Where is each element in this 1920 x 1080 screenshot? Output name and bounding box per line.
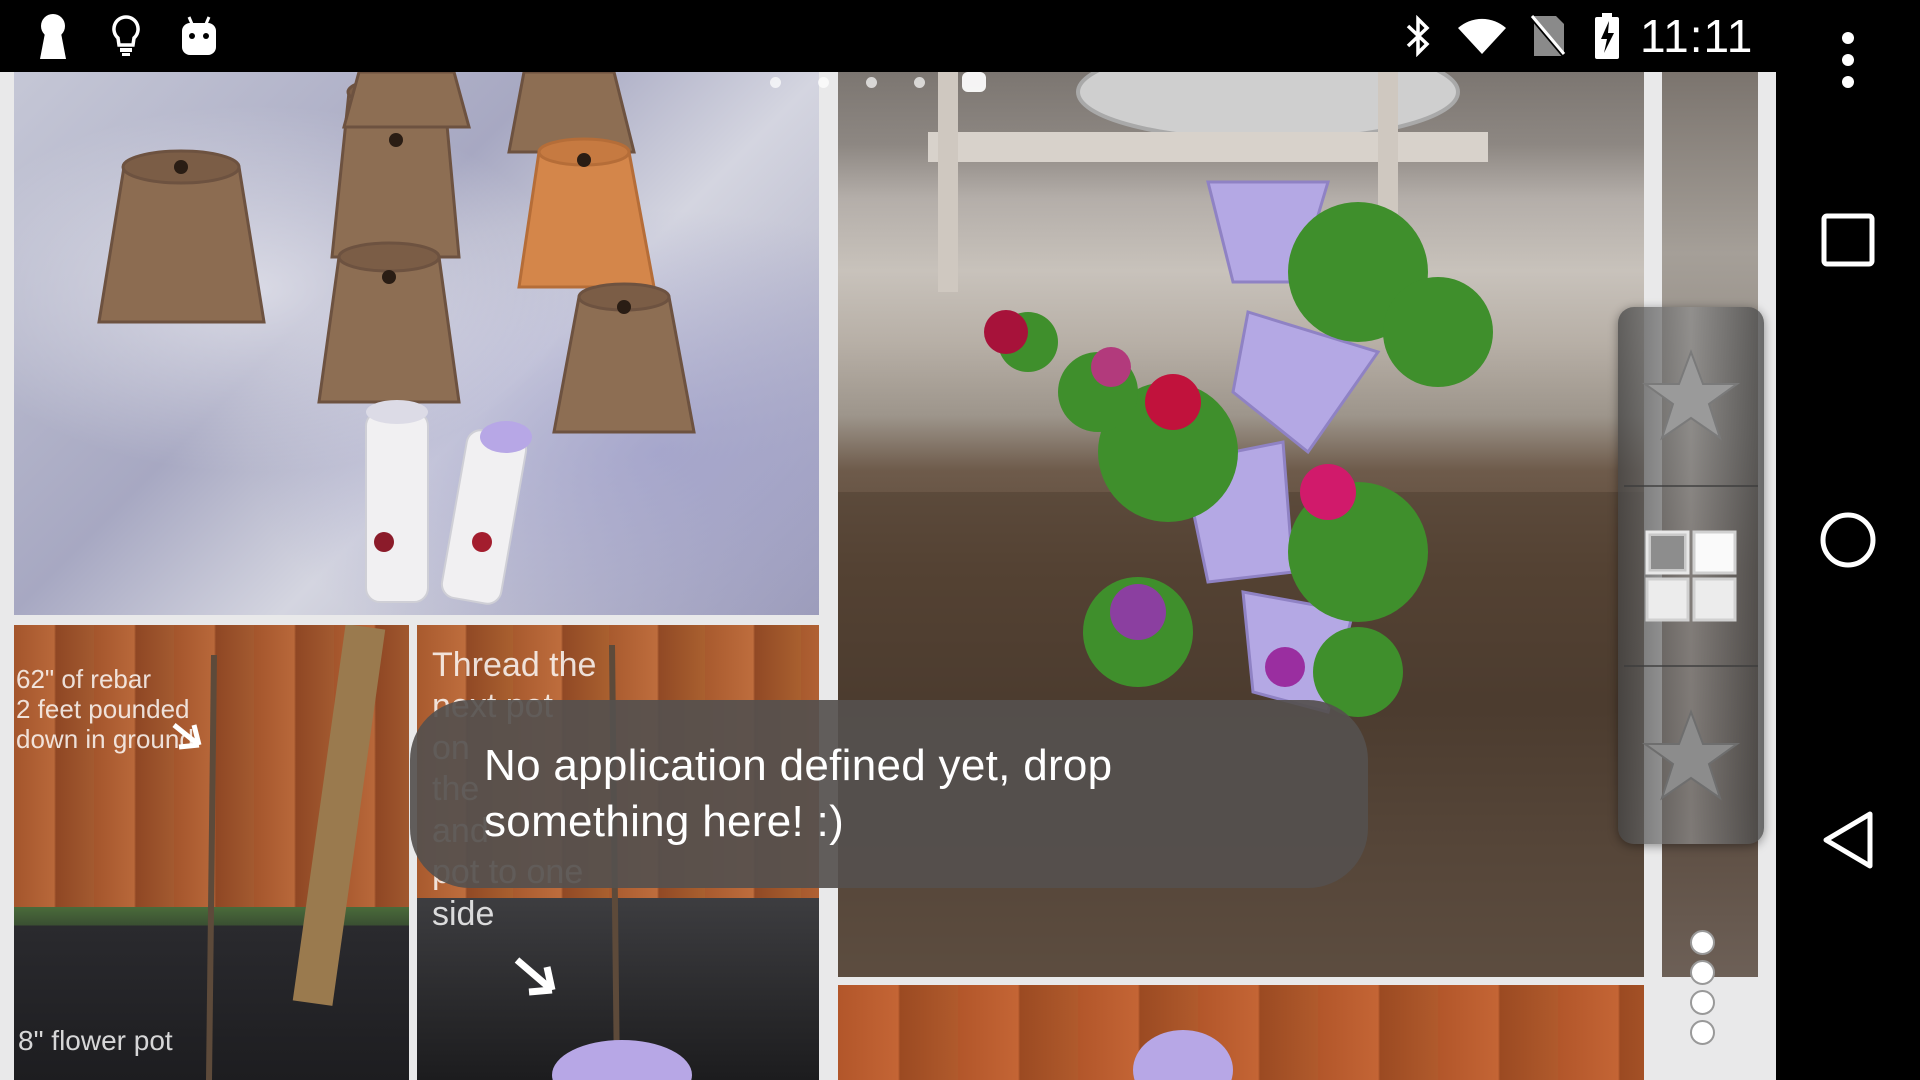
- dock-slot-1[interactable]: [1618, 307, 1764, 485]
- more-dot: [1690, 1020, 1715, 1045]
- page-dot[interactable]: [866, 76, 877, 88]
- caption-flower-pot: 8" flower pot: [18, 1025, 173, 1056]
- wallpaper-photo-bottom: [838, 985, 1644, 1080]
- dock-slot-3[interactable]: [1618, 667, 1764, 844]
- side-dock[interactable]: [1618, 307, 1764, 844]
- caption-rebar: 62" of rebar 2 feet pounded down in grou…: [16, 664, 194, 754]
- wallpaper: 62" of rebar 2 feet pounded down in grou…: [0, 72, 1776, 1080]
- no-sim-icon: [1528, 0, 1568, 72]
- page-indicator: [770, 72, 986, 92]
- dock-slot-2[interactable]: [1618, 487, 1764, 665]
- back-triangle-icon: [1823, 811, 1873, 869]
- more-options-dots[interactable]: [1688, 930, 1718, 1050]
- lightbulb-icon: [107, 0, 145, 72]
- overflow-menu-icon: [1842, 32, 1854, 88]
- page-dot[interactable]: [914, 76, 925, 88]
- wallpaper-photo-fence-left: 62" of rebar 2 feet pounded down in grou…: [14, 625, 409, 1080]
- star-icon: [1641, 349, 1741, 441]
- more-dot: [1690, 990, 1715, 1015]
- more-dot: [1690, 960, 1715, 985]
- wifi-icon: [1456, 0, 1508, 72]
- back-button[interactable]: [1776, 780, 1920, 900]
- recents-square-icon: [1821, 213, 1875, 267]
- keyhole-icon: [34, 0, 72, 72]
- pots-illustration: [97, 72, 696, 605]
- more-dot: [1690, 930, 1715, 955]
- page-dot-active[interactable]: [962, 72, 986, 92]
- android-icon: [178, 0, 220, 72]
- page-dot[interactable]: [770, 76, 781, 88]
- wallpaper-photo-pots: [14, 72, 819, 615]
- battery-charging-icon: [1592, 0, 1622, 72]
- home-circle-icon: [1820, 512, 1876, 568]
- grid-icon: [1645, 530, 1737, 622]
- status-clock: 11:11: [1640, 10, 1754, 62]
- status-bar: 11:11: [0, 0, 1920, 72]
- home-button[interactable]: [1776, 480, 1920, 600]
- page-dot[interactable]: [818, 76, 829, 88]
- star-icon: [1641, 709, 1741, 801]
- bottom-illustration: [1133, 1030, 1233, 1080]
- toast-message: No application defined yet, drop somethi…: [410, 700, 1368, 888]
- navigation-bar: [1776, 0, 1920, 1080]
- bluetooth-icon: [1400, 0, 1436, 72]
- recents-button[interactable]: [1776, 180, 1920, 300]
- home-screen: 62" of rebar 2 feet pounded down in grou…: [0, 0, 1920, 1080]
- overflow-menu-button[interactable]: [1776, 0, 1920, 120]
